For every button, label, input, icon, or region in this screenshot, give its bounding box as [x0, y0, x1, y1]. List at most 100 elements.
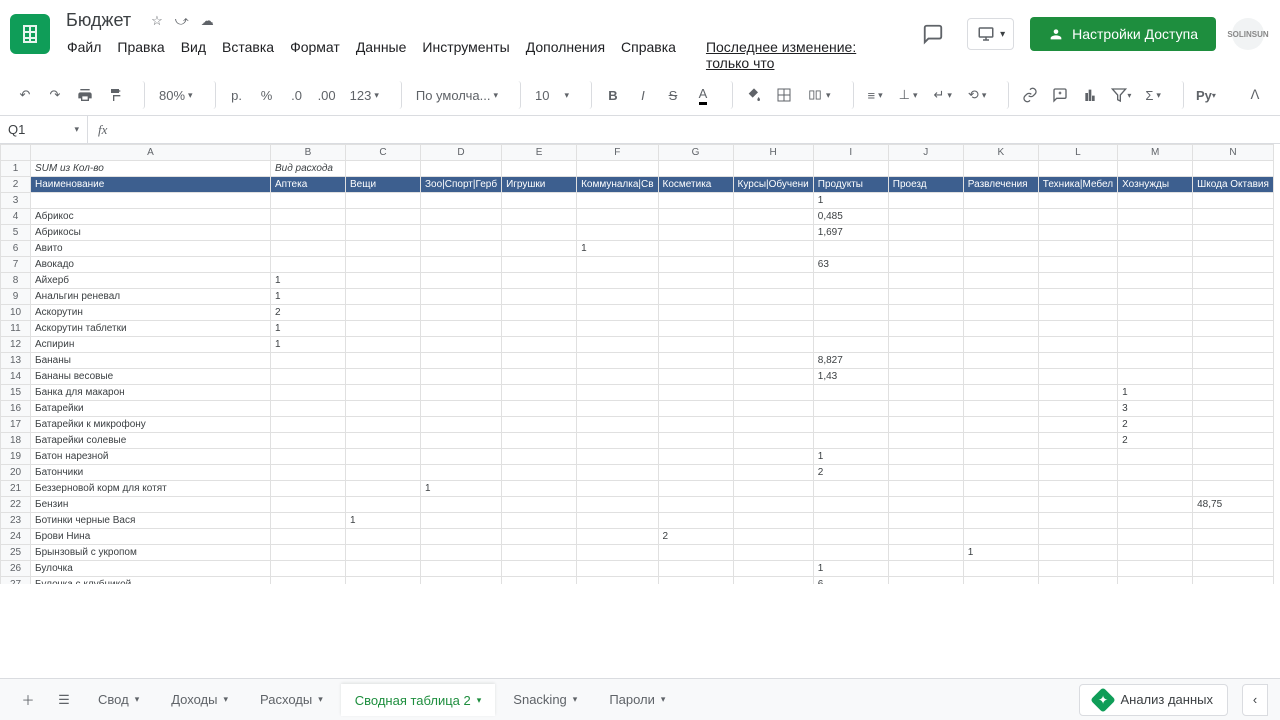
cell-M23[interactable] — [1118, 513, 1193, 529]
cell-C3[interactable] — [346, 193, 421, 209]
cell-L23[interactable] — [1038, 513, 1117, 529]
cell-E24[interactable] — [502, 529, 577, 545]
cell-G8[interactable] — [658, 273, 733, 289]
cell-J7[interactable] — [888, 257, 963, 273]
row-header-26[interactable]: 26 — [1, 561, 31, 577]
cell-L17[interactable] — [1038, 417, 1117, 433]
chart-button[interactable] — [1077, 81, 1103, 109]
cell-C5[interactable] — [346, 225, 421, 241]
star-icon[interactable]: ☆ — [151, 13, 163, 29]
col-header-E[interactable]: E — [502, 145, 577, 161]
cell-K22[interactable] — [963, 497, 1038, 513]
cell-B11[interactable]: 1 — [271, 321, 346, 337]
cell-J16[interactable] — [888, 401, 963, 417]
cell-M20[interactable] — [1118, 465, 1193, 481]
cell-N23[interactable] — [1193, 513, 1274, 529]
rotate-button[interactable]: ⟲▾ — [962, 81, 992, 109]
cell-F25[interactable] — [577, 545, 658, 561]
cell-J3[interactable] — [888, 193, 963, 209]
cell-I15[interactable] — [813, 385, 888, 401]
cell-H9[interactable] — [733, 289, 813, 305]
cell-J27[interactable] — [888, 577, 963, 585]
cell-G20[interactable] — [658, 465, 733, 481]
cell-F26[interactable] — [577, 561, 658, 577]
cell-M4[interactable] — [1118, 209, 1193, 225]
print-button[interactable] — [72, 81, 98, 109]
row-header-10[interactable]: 10 — [1, 305, 31, 321]
cell-D10[interactable] — [421, 305, 502, 321]
cell-L16[interactable] — [1038, 401, 1117, 417]
cell-B27[interactable] — [271, 577, 346, 585]
cell-I24[interactable] — [813, 529, 888, 545]
cell-C24[interactable] — [346, 529, 421, 545]
cell-K19[interactable] — [963, 449, 1038, 465]
cell-L26[interactable] — [1038, 561, 1117, 577]
cell-F15[interactable] — [577, 385, 658, 401]
cell-K8[interactable] — [963, 273, 1038, 289]
cell-H19[interactable] — [733, 449, 813, 465]
text-color-button[interactable]: A — [690, 81, 716, 109]
cell-A20[interactable]: Батончики — [31, 465, 271, 481]
cell-L13[interactable] — [1038, 353, 1117, 369]
cell-A19[interactable]: Батон нарезной — [31, 449, 271, 465]
cell-I5[interactable]: 1,697 — [813, 225, 888, 241]
row-header-11[interactable]: 11 — [1, 321, 31, 337]
borders-button[interactable] — [771, 81, 797, 109]
cell-K5[interactable] — [963, 225, 1038, 241]
cell-H14[interactable] — [733, 369, 813, 385]
cell-C16[interactable] — [346, 401, 421, 417]
cell-M27[interactable] — [1118, 577, 1193, 585]
cell-H17[interactable] — [733, 417, 813, 433]
cell-D13[interactable] — [421, 353, 502, 369]
cell-H6[interactable] — [733, 241, 813, 257]
cell-L24[interactable] — [1038, 529, 1117, 545]
cell-L6[interactable] — [1038, 241, 1117, 257]
cell-G12[interactable] — [658, 337, 733, 353]
cell-K12[interactable] — [963, 337, 1038, 353]
cell-K4[interactable] — [963, 209, 1038, 225]
cell-N7[interactable] — [1193, 257, 1274, 273]
cell-B18[interactable] — [271, 433, 346, 449]
cell-K27[interactable] — [963, 577, 1038, 585]
cell-N12[interactable] — [1193, 337, 1274, 353]
col-header-D[interactable]: D — [421, 145, 502, 161]
row-header-27[interactable]: 27 — [1, 577, 31, 585]
cell-D17[interactable] — [421, 417, 502, 433]
row-header-22[interactable]: 22 — [1, 497, 31, 513]
cell-J9[interactable] — [888, 289, 963, 305]
cell-G10[interactable] — [658, 305, 733, 321]
cell-F21[interactable] — [577, 481, 658, 497]
cell-M8[interactable] — [1118, 273, 1193, 289]
col-header-B[interactable]: B — [271, 145, 346, 161]
cell-K23[interactable] — [963, 513, 1038, 529]
row-header-15[interactable]: 15 — [1, 385, 31, 401]
tab-Доходы[interactable]: Доходы▾ — [157, 684, 242, 716]
merge-button[interactable]: ▾ — [801, 81, 837, 109]
cell-E23[interactable] — [502, 513, 577, 529]
cell-M15[interactable]: 1 — [1118, 385, 1193, 401]
cell-I8[interactable] — [813, 273, 888, 289]
cell-A25[interactable]: Брынзовый с укропом — [31, 545, 271, 561]
cell-B23[interactable] — [271, 513, 346, 529]
cell-F23[interactable] — [577, 513, 658, 529]
cell-K3[interactable] — [963, 193, 1038, 209]
cell-F24[interactable] — [577, 529, 658, 545]
cell-E18[interactable] — [502, 433, 577, 449]
doc-title[interactable]: Бюджет — [60, 8, 137, 33]
cell-E16[interactable] — [502, 401, 577, 417]
collapse-toolbar-icon[interactable]: ᐱ — [1242, 81, 1268, 109]
currency-format[interactable]: р. — [224, 81, 250, 109]
cell-G21[interactable] — [658, 481, 733, 497]
cell-E25[interactable] — [502, 545, 577, 561]
cell-L14[interactable] — [1038, 369, 1117, 385]
cell-A16[interactable]: Батарейки — [31, 401, 271, 417]
cell-B9[interactable]: 1 — [271, 289, 346, 305]
cell-B26[interactable] — [271, 561, 346, 577]
cell-L19[interactable] — [1038, 449, 1117, 465]
row-header-3[interactable]: 3 — [1, 193, 31, 209]
cell-J4[interactable] — [888, 209, 963, 225]
cell-A6[interactable]: Авито — [31, 241, 271, 257]
cell-F10[interactable] — [577, 305, 658, 321]
cell-C13[interactable] — [346, 353, 421, 369]
cell-C21[interactable] — [346, 481, 421, 497]
